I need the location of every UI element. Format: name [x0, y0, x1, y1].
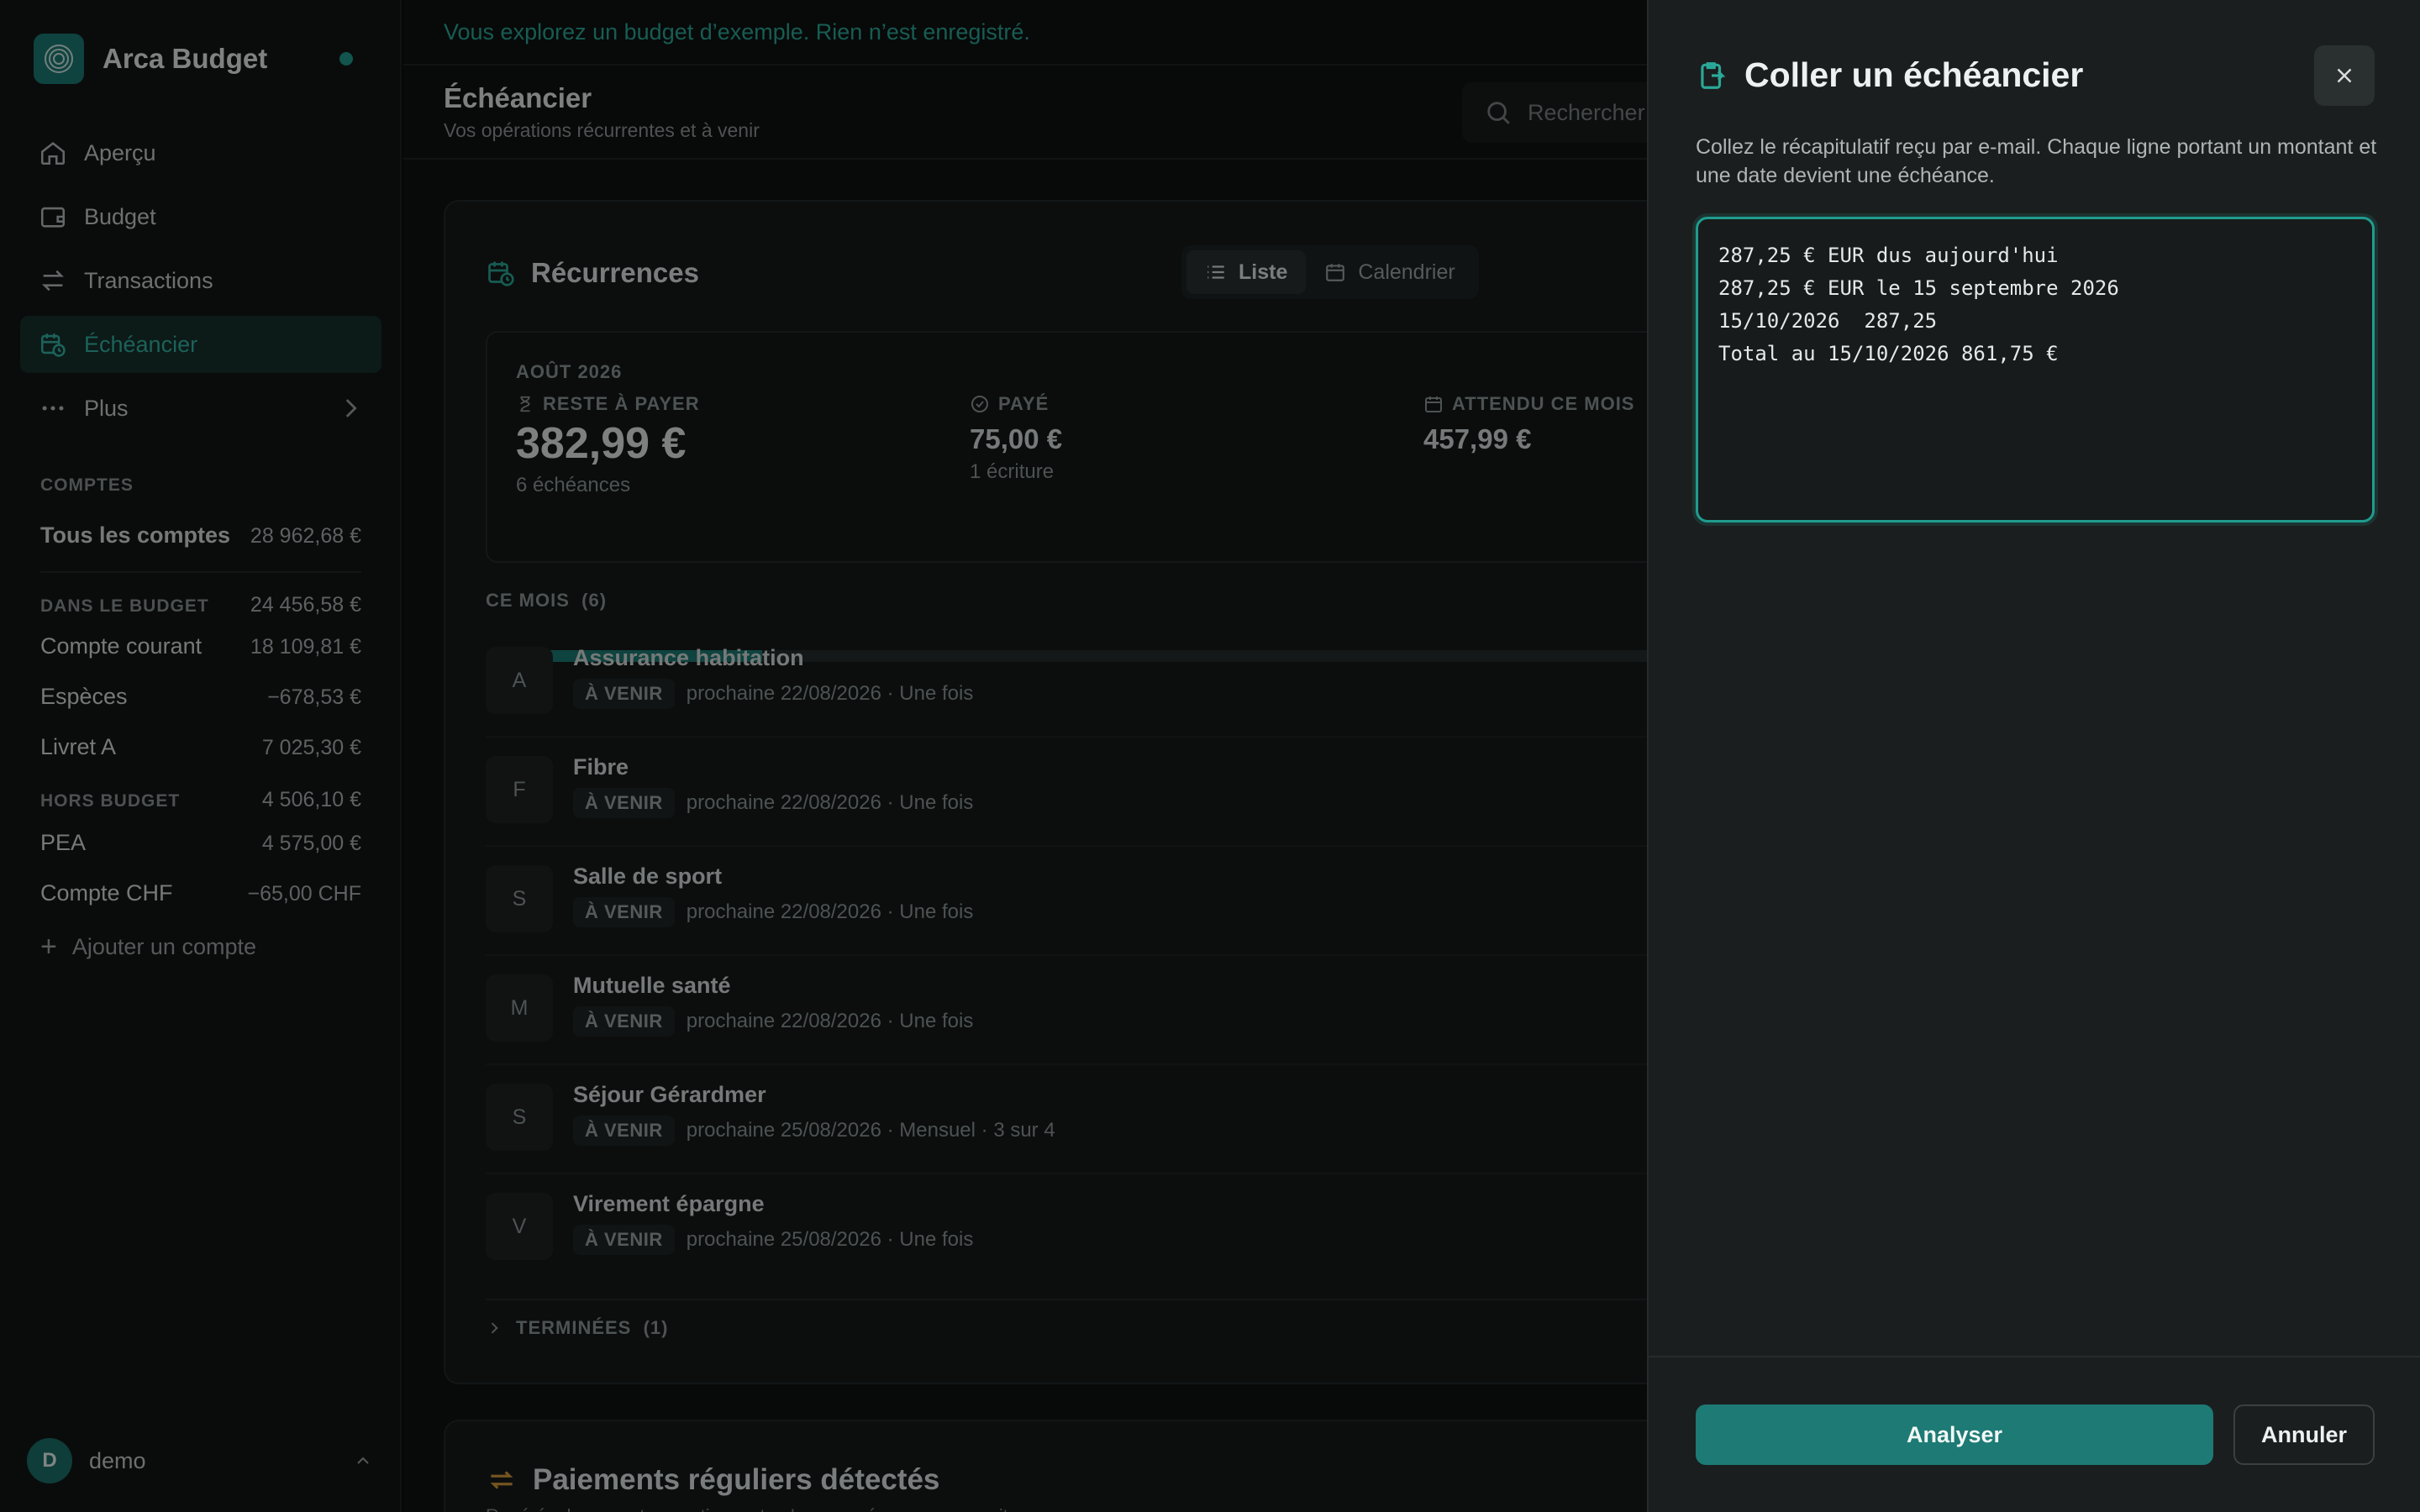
clipboard-icon — [1701, 61, 1726, 89]
panel-description: Collez le récapitulatif reçu par e-mail.… — [1696, 135, 2377, 187]
text-line: 15/10/2026 287,25 — [1718, 309, 1938, 333]
divider — [1649, 1356, 2420, 1357]
modal-backdrop[interactable] — [0, 0, 1647, 1512]
panel-title: Coller un échéancier — [1696, 55, 2083, 95]
close-icon — [2337, 68, 2352, 83]
analyze-button[interactable]: Analyser — [1696, 1404, 2213, 1465]
panel-title-text: Coller un échéancier — [1744, 55, 2084, 94]
text-line: 287,25 € EUR dus aujourd'hui — [1718, 244, 2059, 267]
schedule-textarea[interactable]: 287,25 € EUR dus aujourd'hui 287,25 € EU… — [1696, 217, 2375, 522]
text-line: Total au 15/10/2026 861,75 € — [1718, 342, 2059, 365]
close-button[interactable] — [2314, 45, 2375, 106]
paste-schedule-panel: Coller un échéancier Collez le récapitul… — [1647, 0, 2420, 1512]
cancel-button[interactable]: Annuler — [2233, 1404, 2375, 1465]
text-line: 287,25 € EUR le 15 septembre 2026 — [1718, 276, 2119, 300]
